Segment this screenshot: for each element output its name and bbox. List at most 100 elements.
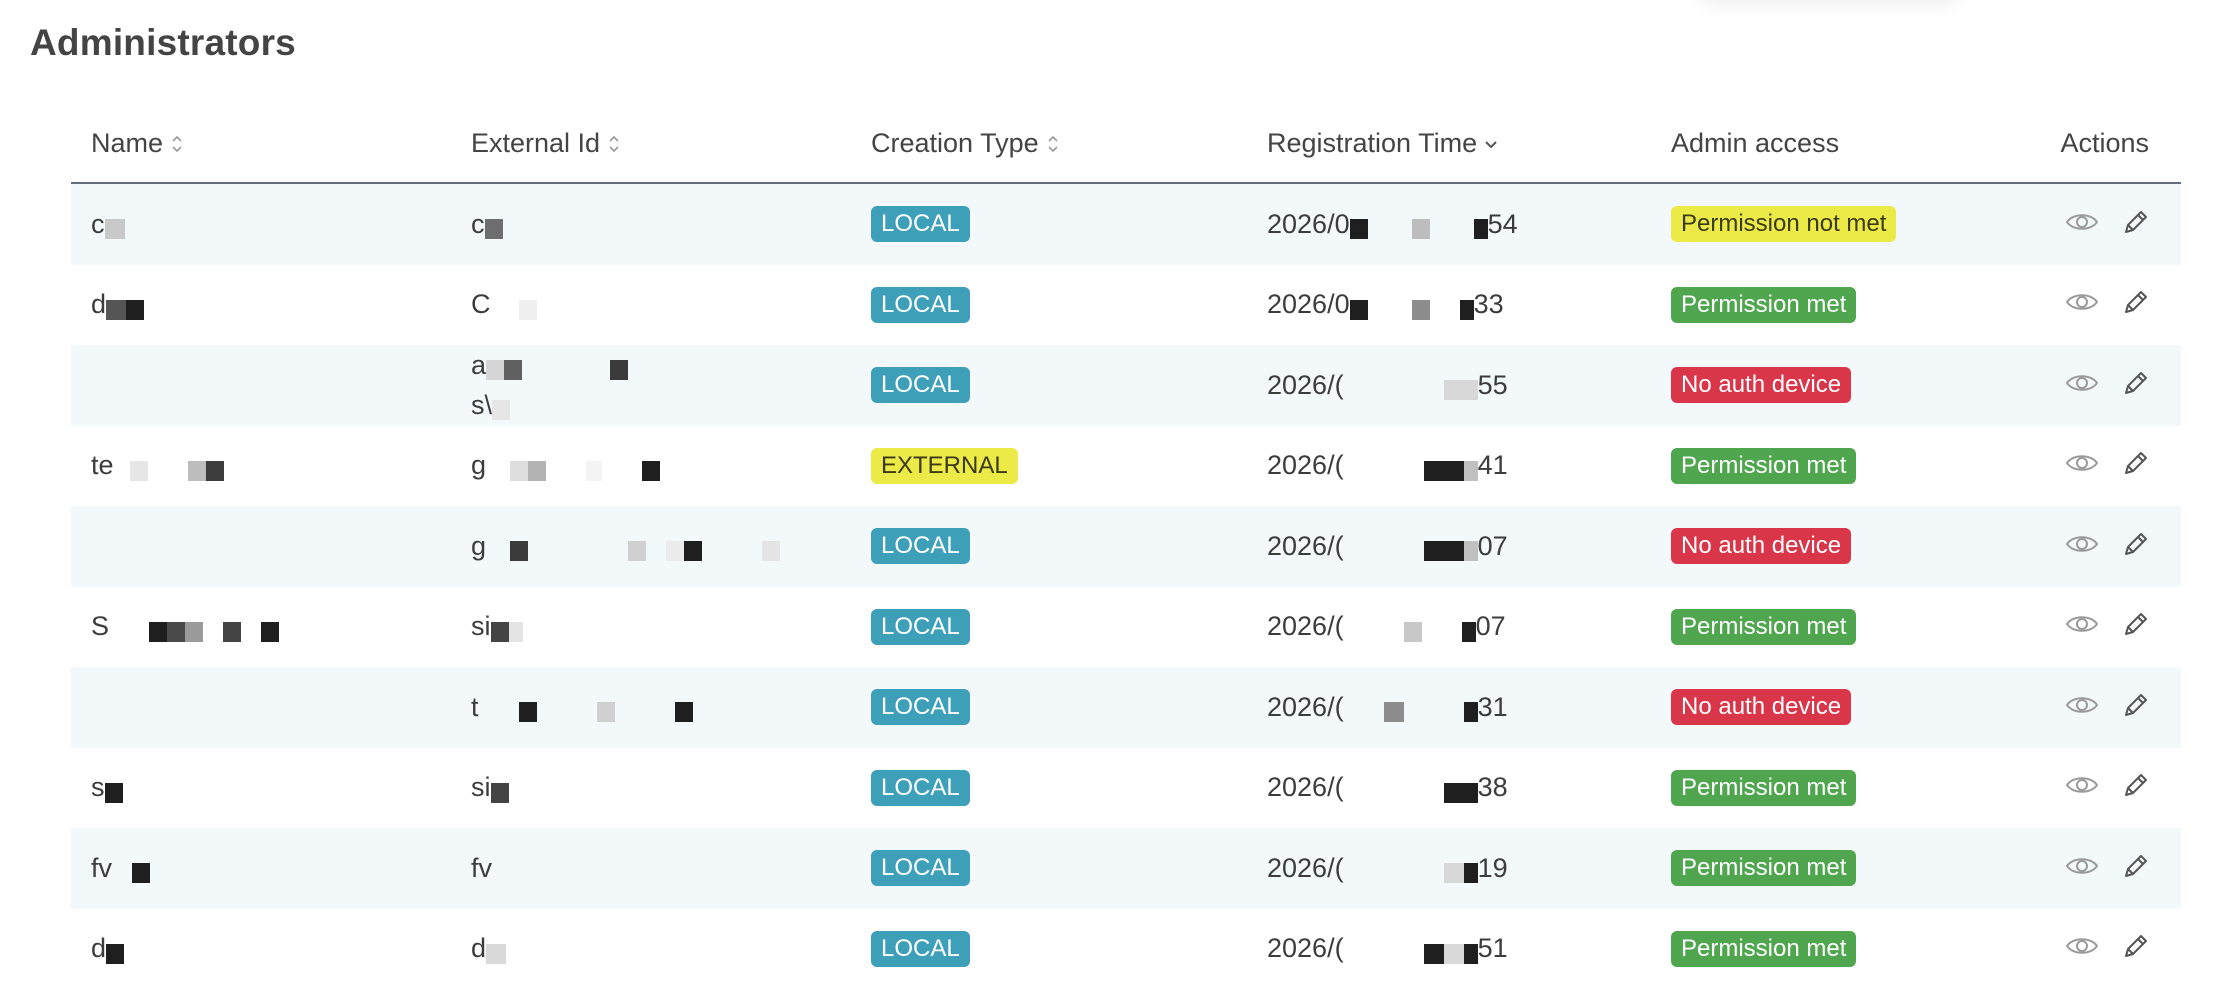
redaction-block: [1430, 219, 1474, 239]
table-row[interactable]: a s\ LOCAL 2026/(55 No auth device: [71, 345, 2181, 426]
pencil-icon[interactable]: [2121, 609, 2151, 644]
redaction-block: [1443, 943, 1464, 964]
pencil-icon[interactable]: [2121, 851, 2151, 886]
table-body: c c LOCAL 2026/0 54 Permission not met d C LOCAL…: [71, 184, 2181, 989]
table-row[interactable]: s si LOCAL 2026/(38 Permission met: [71, 748, 2181, 829]
column-header-creation-type[interactable]: Creation Type: [871, 128, 1060, 159]
table-row[interactable]: te g EXTERNAL 2026/(41 Permission met: [71, 426, 2181, 507]
redaction-block: [504, 360, 523, 381]
redaction-block: [1349, 219, 1368, 240]
external-id-continued: s\: [471, 390, 493, 421]
admin-name: te: [91, 450, 114, 481]
creation-type-badge: LOCAL: [871, 528, 970, 565]
eye-icon[interactable]: [2065, 290, 2099, 319]
name-cell: S: [91, 587, 280, 668]
redaction-block: [1463, 863, 1478, 884]
admin-access-badge: Permission met: [1671, 850, 1857, 887]
redaction-block: [528, 541, 628, 561]
registration-time-prefix: 2026/(: [1267, 852, 1344, 883]
column-header-actions-label: Actions: [2060, 128, 2149, 158]
eye-icon[interactable]: [2065, 612, 2099, 641]
redaction-block: [1443, 380, 1478, 401]
redaction-block: [185, 621, 204, 642]
column-header-external-id[interactable]: External Id: [471, 128, 621, 159]
redaction-block: [129, 460, 148, 481]
redaction-block: [223, 621, 242, 642]
sort-descending-icon[interactable]: [1484, 133, 1498, 155]
column-header-name-label: Name: [91, 128, 164, 158]
eye-icon[interactable]: [2065, 532, 2099, 561]
sort-icon[interactable]: [607, 133, 621, 155]
eye-icon[interactable]: [2065, 854, 2099, 883]
pencil-icon[interactable]: [2121, 207, 2151, 242]
table-row[interactable]: t LOCAL 2026/(31 No auth device: [71, 667, 2181, 748]
registration-time-prefix: 2026/(: [1267, 369, 1344, 400]
column-header-admin-access: Admin access: [1671, 128, 1839, 159]
external-id-cell: d: [471, 909, 507, 990]
redaction-block: [1344, 622, 1404, 642]
eye-icon[interactable]: [2065, 693, 2099, 722]
creation-type-badge: LOCAL: [871, 367, 970, 404]
redaction-block: [615, 702, 675, 722]
redaction-block: [203, 622, 223, 642]
table-row[interactable]: c c LOCAL 2026/0 54 Permission not met: [71, 184, 2181, 265]
pencil-icon[interactable]: [2121, 690, 2151, 725]
table-row[interactable]: fv fv LOCAL 2026/(19 Permission met: [71, 828, 2181, 909]
pencil-icon[interactable]: [2121, 529, 2151, 564]
redaction-block: [114, 461, 130, 481]
external-id-line: c: [471, 209, 503, 240]
redaction-block: [241, 622, 261, 642]
name-cell: te: [91, 426, 224, 507]
eye-icon[interactable]: [2065, 210, 2099, 239]
column-header-external-id-label: External Id: [471, 128, 601, 158]
redaction-block: [1344, 783, 1444, 803]
pencil-icon[interactable]: [2121, 448, 2151, 483]
eye-icon[interactable]: [2065, 371, 2099, 400]
pencil-icon[interactable]: [2121, 368, 2151, 403]
redaction-block: [1423, 460, 1464, 481]
external-id-line: si: [471, 772, 509, 803]
external-id: t: [471, 691, 479, 722]
registration-time-suffix: 41: [1477, 450, 1508, 481]
creation-type-cell: LOCAL: [871, 748, 970, 829]
redaction-block: [1443, 782, 1478, 803]
redaction-block: [490, 621, 509, 642]
pencil-icon[interactable]: [2121, 287, 2151, 322]
table-row[interactable]: d C LOCAL 2026/0 33 Permission met: [71, 265, 2181, 346]
redaction-block: [546, 461, 586, 481]
registration-time-suffix: 54: [1487, 208, 1518, 239]
registration-time-cell: 2026/(41: [1267, 426, 1508, 507]
registration-time-cell: 2026/0 33: [1267, 265, 1504, 346]
redaction-block: [1430, 300, 1460, 320]
redaction-block: [1344, 944, 1424, 964]
creation-type-cell: EXTERNAL: [871, 426, 1018, 507]
name-cell: s: [91, 748, 123, 829]
table-row[interactable]: d d LOCAL 2026/(51 Permission met: [71, 909, 2181, 990]
redaction-block: [187, 460, 206, 481]
registration-time-cell: 2026/(07: [1267, 506, 1508, 587]
column-header-name[interactable]: Name: [91, 128, 184, 159]
eye-icon[interactable]: [2065, 773, 2099, 802]
administrators-table: Name External Id Creation Type Registrat…: [71, 120, 2181, 989]
sort-icon[interactable]: [1046, 133, 1060, 155]
redaction-block: [684, 541, 703, 562]
redaction-block: [1344, 863, 1444, 883]
row-actions: [2065, 426, 2181, 507]
external-id-line: g: [471, 531, 781, 562]
sort-icon[interactable]: [170, 133, 184, 155]
external-id-line: a: [471, 345, 629, 385]
eye-icon[interactable]: [2065, 934, 2099, 963]
redaction-block: [518, 299, 537, 320]
redaction-block: [1344, 702, 1384, 722]
external-id-line: t: [471, 692, 693, 723]
eye-icon[interactable]: [2065, 451, 2099, 480]
table-row[interactable]: Ssi LOCAL 2026/(07 Permission met: [71, 587, 2181, 668]
redaction-block: [586, 460, 603, 481]
pencil-icon[interactable]: [2121, 770, 2151, 805]
table-row[interactable]: g LOCAL 2026/(07 No auth device: [71, 506, 2181, 587]
registration-time-suffix: 33: [1473, 289, 1504, 320]
column-header-registration-time[interactable]: Registration Time: [1267, 128, 1498, 159]
row-actions: [2065, 345, 2181, 426]
registration-time-prefix: 2026/(: [1267, 772, 1344, 803]
pencil-icon[interactable]: [2121, 931, 2151, 966]
